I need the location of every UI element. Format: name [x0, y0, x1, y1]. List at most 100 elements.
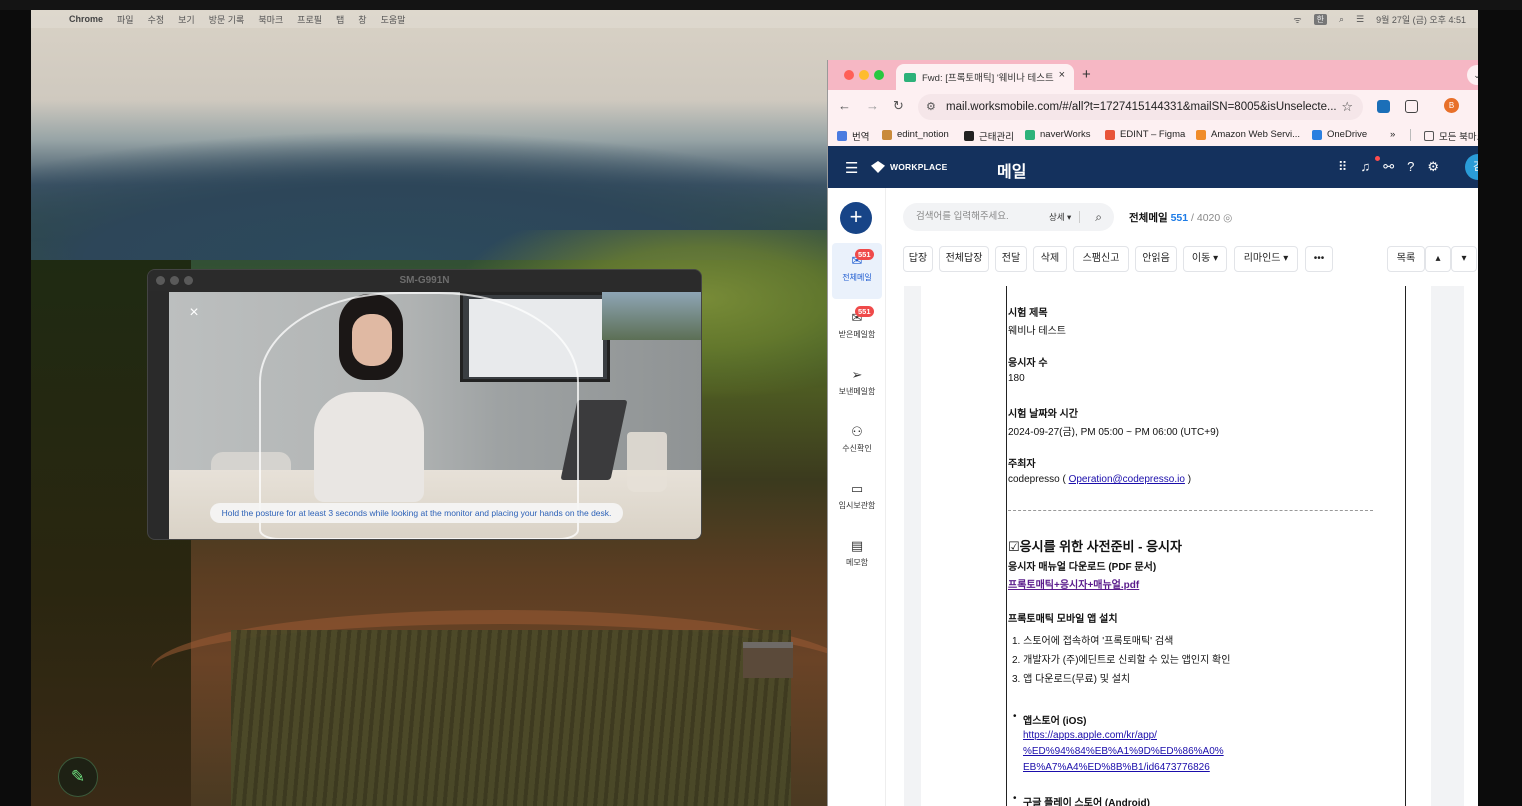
close-window-button[interactable] — [844, 70, 854, 80]
search-input[interactable]: 검색어를 입력해주세요. 상세 ▾ ⌕ — [903, 203, 1114, 231]
bookmarks-overflow-button[interactable]: » — [1390, 129, 1395, 140]
reload-icon[interactable]: ↻ — [893, 98, 904, 114]
wifi-icon[interactable]: ᯤ — [1293, 13, 1301, 26]
unread-count: 551 — [1170, 212, 1189, 224]
bookmark-attendance[interactable]: 근태관리 — [964, 129, 1014, 143]
top-strip — [0, 0, 1522, 10]
app-title[interactable]: 메일 — [997, 158, 1026, 182]
tab-search-chevron-icon[interactable]: ⌄ — [1467, 65, 1478, 85]
help-icon[interactable]: ? — [1407, 159, 1414, 175]
mark-unread-button[interactable]: 안읽음 — [1135, 246, 1177, 272]
sidebar-item-inbox[interactable]: ✉ 551 받은메일함 — [832, 300, 882, 356]
zoom-window-button[interactable] — [874, 70, 884, 80]
new-tab-button[interactable]: + — [1082, 66, 1091, 83]
address-bar[interactable]: ⚙ mail.worksmobile.com/#/all?t=172741514… — [918, 94, 1363, 120]
list-button[interactable]: 목록 — [1387, 246, 1425, 272]
previous-mail-button[interactable]: ▴ — [1425, 246, 1451, 272]
extensions-puzzle-icon[interactable] — [1405, 100, 1418, 113]
search-icon[interactable]: ⌕ — [1095, 203, 1102, 231]
bookmark-naverworks[interactable]: naverWorks — [1025, 129, 1091, 140]
reply-all-button[interactable]: 전체답장 — [939, 246, 989, 272]
mail-viewer: 시험 제목 웨비나 테스트 응시자 수 180 시험 날짜와 시간 2024-0… — [904, 286, 1464, 806]
menu-view[interactable]: 보기 — [178, 13, 195, 26]
back-arrow-icon[interactable]: ← — [838, 98, 851, 113]
mirror-titlebar[interactable]: SM-G991N — [148, 270, 701, 291]
close-icon[interactable]: × — [185, 304, 203, 322]
bookmark-onedrive[interactable]: OneDrive — [1312, 129, 1367, 140]
workplace-logo[interactable]: WORKPLACE — [871, 161, 948, 173]
manual-label: 응시자 매뉴얼 다운로드 (PDF 문서) — [1008, 562, 1157, 573]
minimize-window-button[interactable] — [859, 70, 869, 80]
sidebar-item-sent[interactable]: ➢ 보낸메일함 — [832, 357, 882, 413]
more-button[interactable]: ••• — [1305, 246, 1333, 272]
examinee-count: 180 — [1008, 373, 1025, 384]
menu-app-name[interactable]: Chrome — [69, 14, 103, 24]
tab-mail[interactable]: Fwd: [프록토매틱] '웨비나 테스트 × — [896, 64, 1074, 90]
datetime-label: 시험 날짜와 시간 — [1008, 409, 1078, 420]
sidebar-item-all-mail[interactable]: ✉ 551 전체메일 — [832, 243, 882, 299]
bell-icon[interactable]: ♫ — [1360, 159, 1370, 175]
wallpaper-vineyard — [231, 630, 791, 806]
extension-react-icon[interactable] — [1377, 100, 1390, 113]
sidebar-item-label: 수신확인 — [842, 444, 872, 453]
org-chart-icon[interactable]: ⚯ — [1383, 159, 1394, 175]
appstore-link-line-1[interactable]: https://apps.apple.com/kr/app/ — [1023, 730, 1157, 741]
menu-history[interactable]: 방문 기록 — [209, 13, 245, 26]
menu-help[interactable]: 도움말 — [381, 13, 406, 26]
control-center-icon[interactable]: ☰ — [1356, 14, 1364, 25]
total-count: 4020 — [1196, 212, 1221, 224]
menu-hamburger-icon[interactable]: ☰ — [845, 159, 858, 177]
bookmark-translate[interactable]: 번역 — [837, 129, 869, 143]
sidebar-item-read-receipt[interactable]: ⚇ 수신확인 — [832, 414, 882, 470]
examinee-label: 응시자 수 — [1008, 358, 1048, 369]
macos-menubar: Chrome 파일 수정 보기 방문 기록 북마크 프로필 탭 창 도움말 ᯤ … — [31, 10, 1478, 28]
user-avatar[interactable]: 김 — [1465, 154, 1478, 180]
remind-dropdown[interactable]: 리마인드 ▾ — [1234, 246, 1298, 272]
sidebar-item-drafts[interactable]: ▭ 임시보관함 — [832, 471, 882, 527]
host-label: 주최자 — [1008, 459, 1036, 470]
forward-arrow-icon[interactable]: → — [866, 98, 879, 113]
menubar-status-area: ᯤ 한 ⌕ ☰ 9월 27일 (금) 오후 4:51 — [1293, 10, 1466, 28]
unread-badge: 551 — [855, 249, 874, 260]
host-email-link[interactable]: Operation@codepresso.io — [1069, 474, 1185, 485]
folder-icon: ▭ — [850, 481, 864, 496]
menu-window[interactable]: 창 — [358, 13, 366, 26]
menu-edit[interactable]: 수정 — [148, 13, 165, 26]
bookmark-figma[interactable]: EDINT – Figma — [1105, 129, 1185, 140]
gear-icon[interactable]: ⚙ — [1427, 159, 1439, 175]
bookmark-all-folder[interactable]: 모든 북마크 — [1424, 129, 1478, 143]
search-detail-dropdown[interactable]: 상세 ▾ — [1049, 203, 1071, 231]
unread-badge: 551 — [855, 306, 874, 317]
screen: Chrome 파일 수정 보기 방문 기록 북마크 프로필 탭 창 도움말 ᯤ … — [0, 0, 1522, 806]
apps-grid-icon[interactable]: ⠿ — [1338, 159, 1348, 175]
move-dropdown[interactable]: 이동 ▾ — [1183, 246, 1227, 272]
menu-bookmarks[interactable]: 북마크 — [258, 13, 283, 26]
report-spam-button[interactable]: 스팸신고 — [1073, 246, 1129, 272]
install-step-3: 3. 앱 다운로드(무료) 및 설치 — [1012, 674, 1131, 685]
appstore-link-line-2[interactable]: %ED%94%84%EB%A1%9D%ED%86%A0% — [1023, 746, 1224, 757]
bookmark-aws[interactable]: Amazon Web Servi... — [1196, 129, 1300, 140]
menu-tab[interactable]: 탭 — [336, 13, 344, 26]
manual-pdf-link[interactable]: 프록토매틱+응시자+매뉴얼.pdf — [1008, 576, 1139, 591]
compose-button[interactable]: + — [840, 202, 872, 234]
bookmarks-separator — [1410, 129, 1411, 141]
forward-button[interactable]: 전달 — [995, 246, 1027, 272]
profile-avatar[interactable]: B — [1444, 98, 1459, 113]
bookmark-edint-notion[interactable]: edint_notion — [882, 129, 949, 140]
input-source-badge[interactable]: 한 — [1313, 13, 1327, 25]
tab-close-icon[interactable]: × — [1059, 69, 1065, 81]
site-info-icon[interactable]: ⚙ — [926, 94, 936, 120]
reply-button[interactable]: 답장 — [903, 246, 933, 272]
sidebar-item-memo[interactable]: ▤ 메모함 — [832, 528, 882, 584]
info-icon[interactable]: ◎ — [1223, 212, 1232, 224]
pencil-icon[interactable]: ✎ — [58, 757, 98, 797]
menu-file[interactable]: 파일 — [117, 13, 134, 26]
appstore-link-line-3[interactable]: EB%A7%A4%ED%8B%B1/id6473776826 — [1023, 762, 1210, 773]
menubar-clock[interactable]: 9월 27일 (금) 오후 4:51 — [1376, 13, 1466, 26]
install-label: 프록토매틱 모바일 앱 설치 — [1008, 614, 1118, 625]
bookmark-star-icon[interactable]: ☆ — [1341, 94, 1353, 120]
next-mail-button[interactable]: ▾ — [1451, 246, 1477, 272]
menu-profiles[interactable]: 프로필 — [297, 13, 322, 26]
delete-button[interactable]: 삭제 — [1033, 246, 1067, 272]
search-icon[interactable]: ⌕ — [1339, 14, 1344, 25]
